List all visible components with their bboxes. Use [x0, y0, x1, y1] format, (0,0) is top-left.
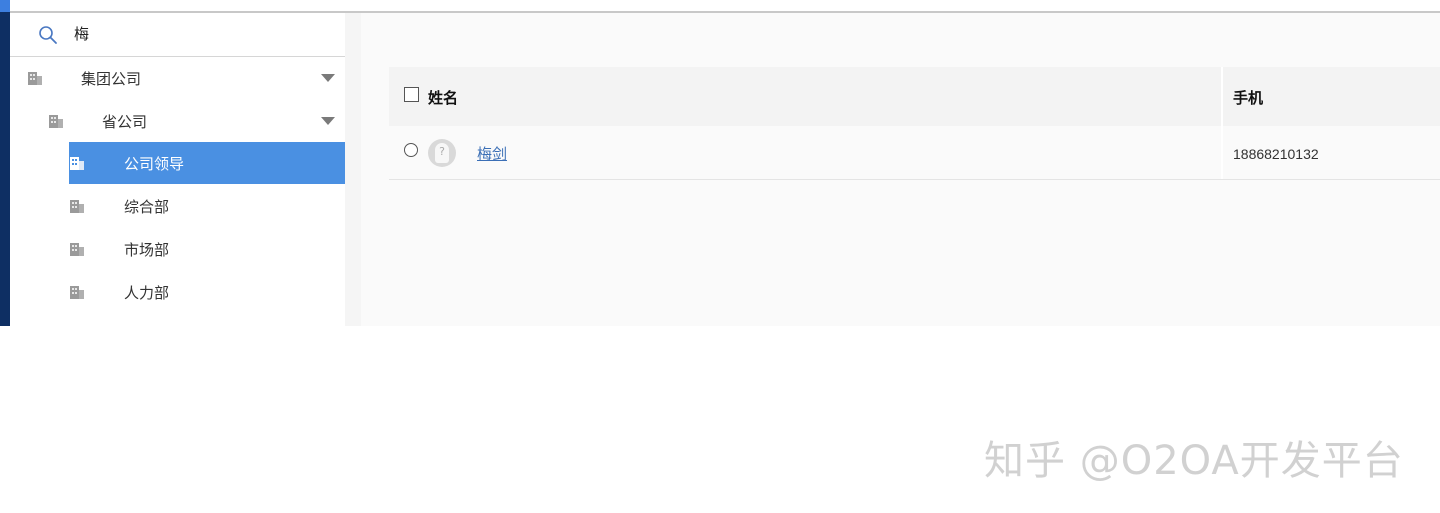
search-icon[interactable]	[38, 25, 58, 45]
tree-item-label: 市场部	[124, 241, 170, 259]
column-divider	[1221, 126, 1223, 179]
building-icon	[28, 72, 42, 85]
column-divider	[1221, 67, 1223, 126]
tree-item-hr-dept[interactable]: 人力部	[10, 271, 345, 313]
tree-item-province-company[interactable]: 省公司	[10, 100, 345, 142]
org-tree-panel: 集团公司 省公司 公司领导 综合部 市场部	[10, 13, 345, 326]
search-bar	[10, 13, 345, 57]
table-row[interactable]: ? 梅剑 18868210132	[389, 126, 1440, 180]
tree-item-label: 综合部	[124, 198, 170, 216]
chevron-down-icon[interactable]	[321, 117, 335, 125]
person-phone: 18868210132	[1233, 146, 1319, 162]
chevron-down-icon[interactable]	[321, 74, 335, 82]
building-icon	[70, 200, 84, 213]
watermark: 知乎 @O2OA开发平台	[984, 438, 1404, 484]
row-select-radio[interactable]	[404, 143, 418, 157]
search-input[interactable]	[74, 21, 324, 45]
column-header-phone: 手机	[1233, 89, 1264, 107]
table-header: 姓名 手机	[389, 67, 1440, 126]
building-icon	[70, 243, 84, 256]
tree-item-company-leaders[interactable]: 公司领导	[69, 142, 345, 184]
panel-divider	[345, 13, 361, 326]
tree-item-market-dept[interactable]: 市场部	[10, 228, 345, 270]
building-icon	[49, 115, 63, 128]
tree-item-group-company[interactable]: 集团公司	[10, 57, 345, 99]
column-header-name: 姓名	[428, 89, 459, 107]
person-list-panel: 姓名 手机 ? 梅剑 18868210132	[361, 13, 1440, 326]
tree-item-general-dept[interactable]: 综合部	[10, 185, 345, 227]
building-icon	[70, 286, 84, 299]
person-name-link[interactable]: 梅剑	[477, 143, 507, 164]
tree-item-label: 集团公司	[81, 70, 142, 88]
avatar-placeholder-icon: ?	[428, 139, 456, 167]
tree-item-label: 公司领导	[124, 155, 185, 173]
app-nav-strip-accent	[0, 0, 10, 12]
tree-item-label: 人力部	[124, 284, 170, 302]
tree-item-label: 省公司	[102, 113, 148, 131]
building-icon	[70, 157, 84, 170]
select-all-checkbox[interactable]	[404, 87, 419, 102]
app-nav-strip	[0, 0, 10, 326]
